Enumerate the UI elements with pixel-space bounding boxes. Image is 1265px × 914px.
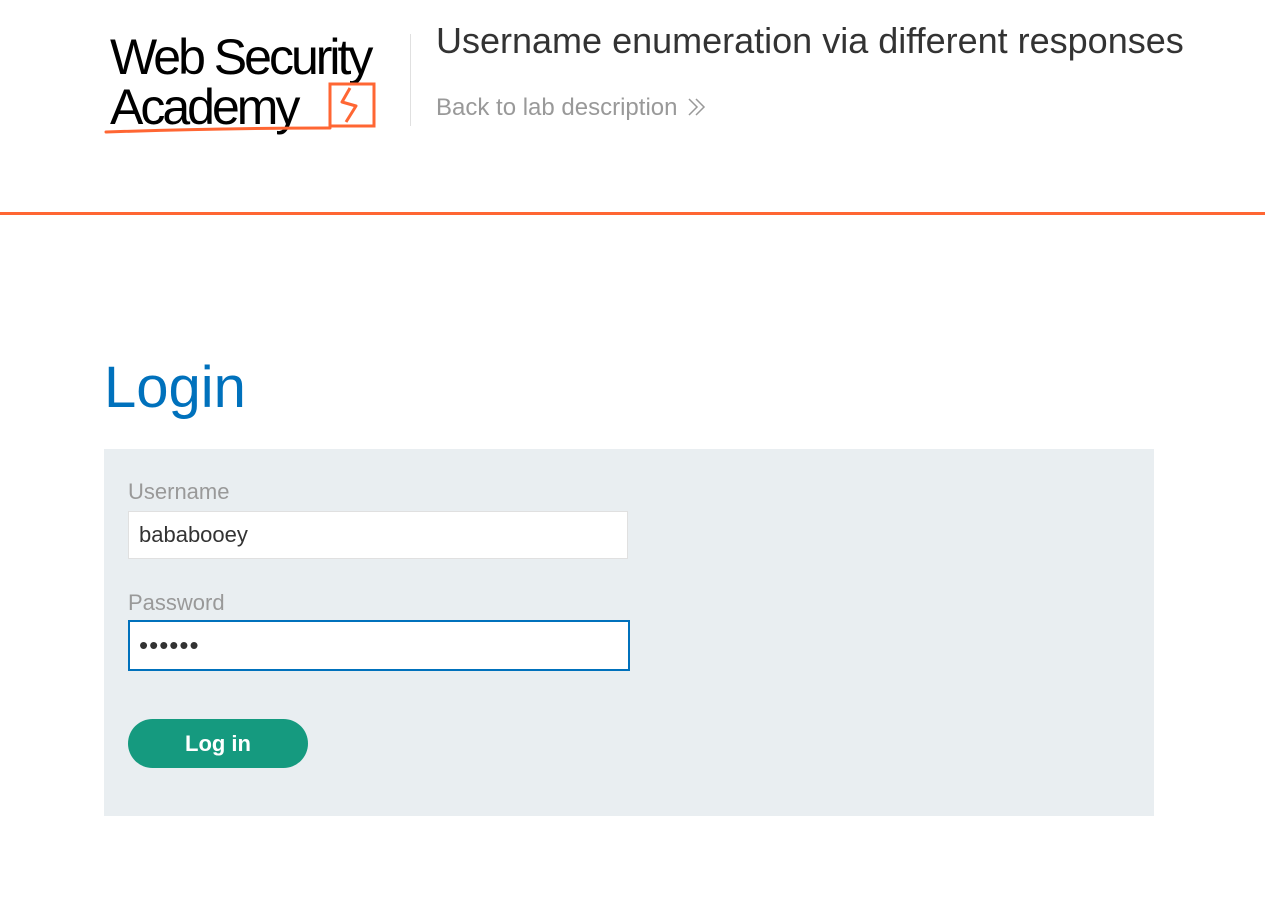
password-label: Password <box>128 590 225 615</box>
lab-title: Username enumeration via different respo… <box>436 20 1184 61</box>
page-title: Login <box>104 355 246 420</box>
username-input[interactable] <box>128 511 628 559</box>
back-link-label: Back to lab description <box>436 94 678 121</box>
back-to-lab-description-link[interactable]: Back to lab description <box>436 93 707 123</box>
double-chevron-right-icon <box>688 98 706 116</box>
web-security-academy-logo[interactable]: Web Security Academy <box>104 30 408 138</box>
logo-lightning-icon <box>104 82 376 134</box>
logo-text-line1: Web Security <box>110 29 373 85</box>
password-input[interactable] <box>128 620 630 671</box>
username-label: Username <box>128 479 230 504</box>
page-header: Web Security Academy Username enumeratio… <box>0 0 1265 215</box>
login-form: Username Password Log in <box>104 449 1154 816</box>
login-button[interactable]: Log in <box>128 719 308 768</box>
header-divider <box>410 34 411 126</box>
